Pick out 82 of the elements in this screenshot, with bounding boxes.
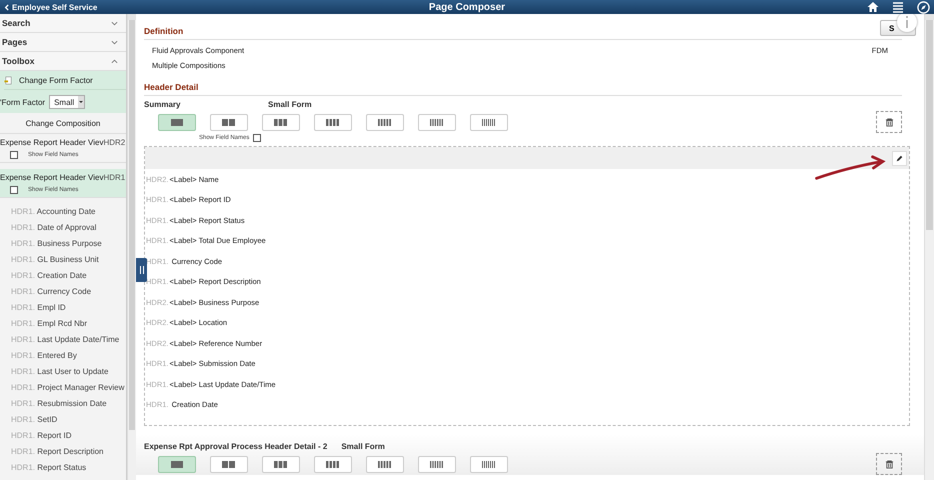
edit-button[interactable] [892, 150, 907, 166]
checkbox[interactable] [10, 186, 18, 194]
change-composition-link[interactable]: Change Composition [0, 113, 126, 134]
back-icon [4, 4, 9, 10]
field-item[interactable]: HDR1. Report Description [0, 444, 126, 460]
layout-option[interactable] [418, 114, 456, 130]
layout-option[interactable] [470, 456, 508, 472]
field-item[interactable]: HDR1. Report ID [0, 428, 126, 444]
section-heading: Header Detail [144, 70, 902, 96]
scrollbar[interactable] [924, 14, 934, 480]
columns-icon [274, 118, 288, 126]
section-label: Pages [2, 37, 28, 47]
layout-option[interactable] [158, 456, 196, 472]
field-item[interactable]: HDR1. Date of Approval [0, 220, 126, 236]
field-item[interactable]: HDR1. Business Purpose [0, 236, 126, 252]
columns-icon [222, 460, 236, 468]
checkbox[interactable] [253, 134, 262, 142]
composition-code: HDR1 [103, 173, 126, 182]
layout-option[interactable] [262, 456, 300, 472]
columns-icon [326, 118, 340, 126]
layout-option[interactable] [210, 456, 248, 472]
layout-option[interactable] [158, 114, 196, 130]
field-item[interactable]: HDR1. Empl Rcd Nbr [0, 316, 126, 332]
home-icon[interactable] [867, 1, 879, 13]
field-item[interactable]: HDR1. Resubmission Date [0, 396, 126, 412]
trash-icon [884, 118, 894, 126]
field-item[interactable]: HDR1. Last User to Update [0, 364, 126, 380]
layout-option[interactable] [314, 114, 352, 130]
checkbox[interactable] [10, 151, 18, 159]
columns-icon [274, 460, 288, 468]
layout-title: Summary [144, 100, 182, 109]
columns-icon [482, 460, 496, 468]
field-item[interactable]: HDR1. Accounting Date [0, 204, 126, 220]
columns-icon [430, 118, 444, 126]
page-title: Page Composer [428, 2, 506, 12]
columns-icon [430, 460, 444, 468]
layout-option[interactable] [418, 456, 456, 472]
columns-icon [378, 460, 392, 468]
field-item[interactable]: HDR1. Empl ID [0, 300, 126, 316]
columns-icon [326, 460, 340, 468]
layout-option[interactable] [262, 114, 300, 130]
form-factor-label: 'Form Factor [0, 98, 46, 106]
layout-option[interactable] [470, 114, 508, 130]
field-item[interactable]: HDR1. Last Update Date/Time [0, 332, 126, 348]
columns-icon [171, 460, 183, 468]
layout-option[interactable] [366, 114, 404, 130]
layout-option[interactable] [210, 114, 248, 130]
delete-button[interactable] [876, 111, 902, 133]
delete-button[interactable] [876, 453, 902, 475]
scrollbar[interactable] [127, 14, 136, 480]
compass-icon[interactable] [917, 0, 930, 14]
field-item[interactable]: HDR1. Project Manager Review [0, 380, 126, 396]
layout-subtitle: Small Form [268, 100, 312, 109]
columns-icon [222, 118, 236, 126]
section-label: Search [2, 18, 30, 28]
dropdown-icon [79, 100, 84, 104]
field-item[interactable]: HDR1. Creation Date [0, 268, 126, 284]
field-item[interactable]: HDR1. SetID [0, 412, 126, 428]
composition-name: Expense Report Header Viev [0, 173, 104, 182]
form-factor-select[interactable]: Small [49, 95, 86, 109]
menu-icon[interactable] [892, 1, 904, 13]
layout-title: Expense Rpt Approval Process Header Detail - 2 [144, 442, 328, 451]
composition-name: Expense Report Header Viev [0, 138, 104, 147]
splitter-handle[interactable] [136, 258, 147, 282]
pencil-icon [896, 154, 903, 162]
trash-icon [884, 460, 894, 468]
section-label: Toolbox [2, 56, 34, 66]
layout-subtitle: Small Form [341, 442, 385, 451]
field-item[interactable]: HDR1. Currency Code [0, 284, 126, 300]
columns-icon [378, 118, 392, 126]
composition-code: HDR2 [103, 138, 126, 147]
grip-icon [138, 266, 144, 274]
layout-option[interactable] [314, 456, 352, 472]
columns-icon [482, 118, 496, 126]
back-link[interactable]: Employee Self Service [0, 2, 102, 12]
field-item[interactable]: HDR1. Report Status [0, 460, 126, 476]
layout-option[interactable] [366, 456, 404, 472]
columns-icon [171, 118, 183, 126]
info-icon [905, 15, 909, 29]
field-item[interactable]: HDR1. GL Business Unit [0, 252, 126, 268]
field-item[interactable]: HDR1. Entered By [0, 348, 126, 364]
document-icon [4, 76, 13, 85]
